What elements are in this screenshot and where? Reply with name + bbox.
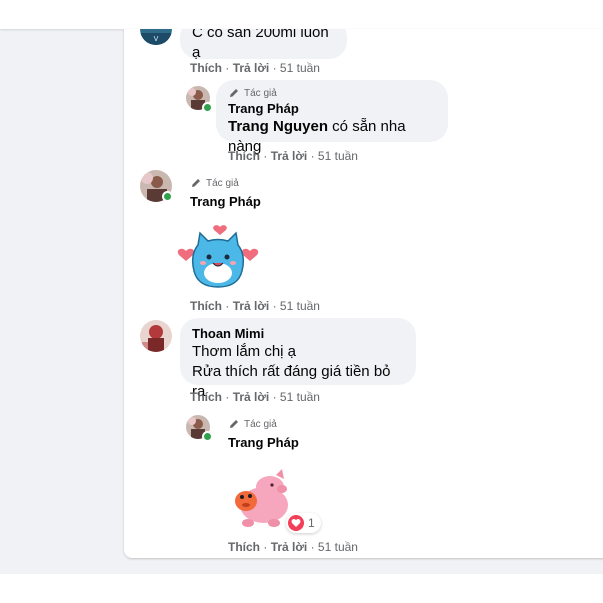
pencil-icon [230, 89, 238, 97]
online-status-dot [202, 431, 213, 442]
author-badge: Tác giả [228, 86, 436, 100]
comment-header: Tác giả Trang Pháp [228, 417, 299, 451]
comment-actions: Thích · Trả lời · 51 tuần [190, 389, 320, 405]
separator: · [272, 299, 277, 313]
online-status-dot [162, 191, 173, 202]
comment-actions: Thích · Trả lời · 51 tuần [228, 148, 358, 164]
like-link[interactable]: Thích [190, 299, 222, 313]
blue-cat-hearts-sticker[interactable] [176, 221, 260, 298]
love-reaction-icon [288, 515, 304, 531]
comment-bubble: C có sẵn 200ml luôn ạ [180, 29, 347, 61]
separator: · [310, 149, 315, 163]
svg-text:V: V [154, 35, 159, 43]
like-link[interactable]: Thích [190, 61, 222, 75]
reply-link[interactable]: Trả lời [271, 540, 308, 554]
commenter-name[interactable]: Trang Pháp [228, 100, 436, 117]
post-comments-card: V C có sẵn 200ml luôn ạ Thích · Trả lời … [124, 29, 603, 558]
reaction-summary[interactable]: 1 [286, 513, 321, 533]
like-link[interactable]: Thích [228, 149, 260, 163]
comment-text-line: Thơm lắm chị ạ [192, 343, 297, 360]
mention-link[interactable]: Trang Nguyen [228, 118, 328, 135]
reply-link[interactable]: Trả lời [233, 61, 270, 75]
comment-bubble: Thoan Mimi Thơm lắm chị ạ Rửa thích rất … [180, 318, 416, 400]
separator: · [225, 390, 230, 404]
commenter-avatar[interactable]: V [140, 29, 172, 45]
timestamp[interactable]: 51 tuần [280, 299, 320, 313]
reaction-count: 1 [308, 516, 315, 530]
separator: · [272, 61, 277, 75]
comment-bubble: Tác giả Trang Pháp Trang Nguyen có sẵn n… [216, 80, 448, 155]
timestamp[interactable]: 51 tuần [318, 540, 358, 554]
timestamp[interactable]: 51 tuần [280, 61, 320, 75]
like-link[interactable]: Thích [190, 390, 222, 404]
commenter-name[interactable]: Trang Pháp [190, 193, 261, 210]
like-link[interactable]: Thích [228, 540, 260, 554]
separator: · [263, 540, 268, 554]
separator: · [263, 149, 268, 163]
comment-actions: Thích · Trả lời · 51 tuần [190, 60, 320, 76]
pencil-icon [192, 179, 200, 187]
separator: · [225, 299, 230, 313]
timestamp[interactable]: 51 tuần [318, 149, 358, 163]
commenter-name[interactable]: Trang Pháp [228, 434, 299, 451]
separator: · [310, 540, 315, 554]
timestamp[interactable]: 51 tuần [280, 390, 320, 404]
separator: · [272, 390, 277, 404]
reply-link[interactable]: Trả lời [271, 149, 308, 163]
commenter-name[interactable]: Thoan Mimi [192, 325, 404, 342]
author-badge: Tác giả [190, 176, 261, 190]
comment-text: C có sẵn 200ml luôn ạ [192, 29, 329, 61]
top-bar [0, 0, 603, 29]
pink-pig-hug-sticker[interactable] [224, 465, 294, 536]
comment-actions: Thích · Trả lời · 51 tuần [190, 298, 320, 314]
commenter-avatar[interactable] [140, 320, 172, 352]
author-badge: Tác giả [228, 417, 299, 431]
pencil-icon [230, 420, 238, 428]
reply-link[interactable]: Trả lời [233, 390, 270, 404]
online-status-dot [202, 102, 213, 113]
comment-actions: Thích · Trả lời · 51 tuần [228, 539, 358, 555]
separator: · [225, 61, 230, 75]
reply-link[interactable]: Trả lời [233, 299, 270, 313]
page-footer-area [0, 574, 603, 603]
comment-header: Tác giả Trang Pháp [190, 176, 261, 210]
